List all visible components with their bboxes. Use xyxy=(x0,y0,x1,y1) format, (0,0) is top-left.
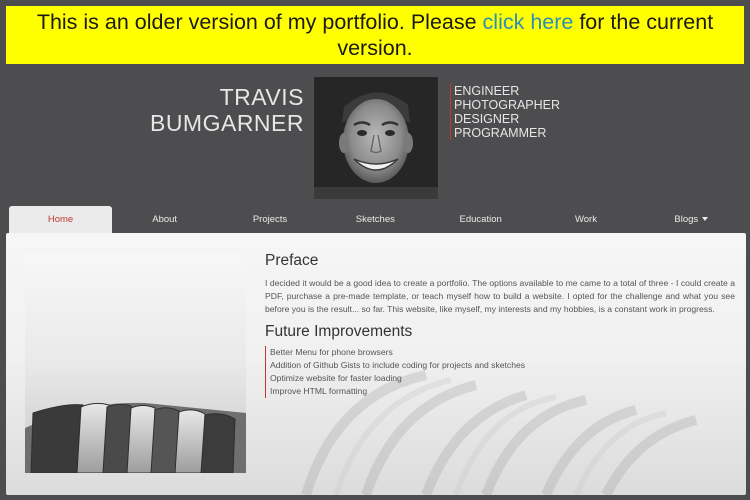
books-photo-image xyxy=(25,402,246,473)
improvements-list: Better Menu for phone browsers Addition … xyxy=(265,346,735,398)
role-designer: DESIGNER xyxy=(450,112,560,126)
main-navigation: Home About Projects Sketches Education W… xyxy=(6,206,744,233)
profile-photo xyxy=(314,77,438,199)
role-programmer: PROGRAMMER xyxy=(450,126,560,140)
nav-about[interactable]: About xyxy=(112,206,217,233)
nav-blogs-label: Blogs xyxy=(674,214,699,225)
list-item: Improve HTML formatting xyxy=(265,385,735,398)
site-owner-name: TRAVIS BUMGARNER xyxy=(150,84,304,136)
preface-text: I decided it would be a good idea to cre… xyxy=(265,278,735,314)
first-name: TRAVIS xyxy=(219,84,304,110)
current-version-link[interactable]: click here xyxy=(483,10,574,34)
list-item: Better Menu for phone browsers xyxy=(265,346,735,359)
nav-education[interactable]: Education xyxy=(428,206,533,233)
content-panel: Preface I decided it would be a good ide… xyxy=(6,233,746,495)
outdated-notice-banner: This is an older version of my portfolio… xyxy=(6,6,744,64)
role-engineer: ENGINEER xyxy=(450,84,560,98)
main-content: Preface I decided it would be a good ide… xyxy=(265,251,735,398)
last-name: BUMGARNER xyxy=(149,110,304,136)
role-list: ENGINEER PHOTOGRAPHER DESIGNER PROGRAMME… xyxy=(450,84,560,140)
nav-sketches[interactable]: Sketches xyxy=(323,206,428,233)
caret-down-icon xyxy=(702,217,709,222)
nav-home[interactable]: Home xyxy=(9,206,112,233)
list-item: Optimize website for faster loading xyxy=(265,372,735,385)
future-improvements-heading: Future Improvements xyxy=(265,323,413,340)
preface-heading: Preface xyxy=(265,252,319,269)
profile-photo-image xyxy=(314,77,438,199)
nav-blogs-dropdown[interactable]: Blogs xyxy=(639,206,744,233)
nav-projects[interactable]: Projects xyxy=(217,206,322,233)
books-photo xyxy=(25,253,246,473)
role-photographer: PHOTOGRAPHER xyxy=(450,98,560,112)
list-item: Addition of Github Gists to include codi… xyxy=(265,359,735,372)
nav-work[interactable]: Work xyxy=(533,206,638,233)
notice-text-before: This is an older version of my portfolio… xyxy=(36,10,483,34)
